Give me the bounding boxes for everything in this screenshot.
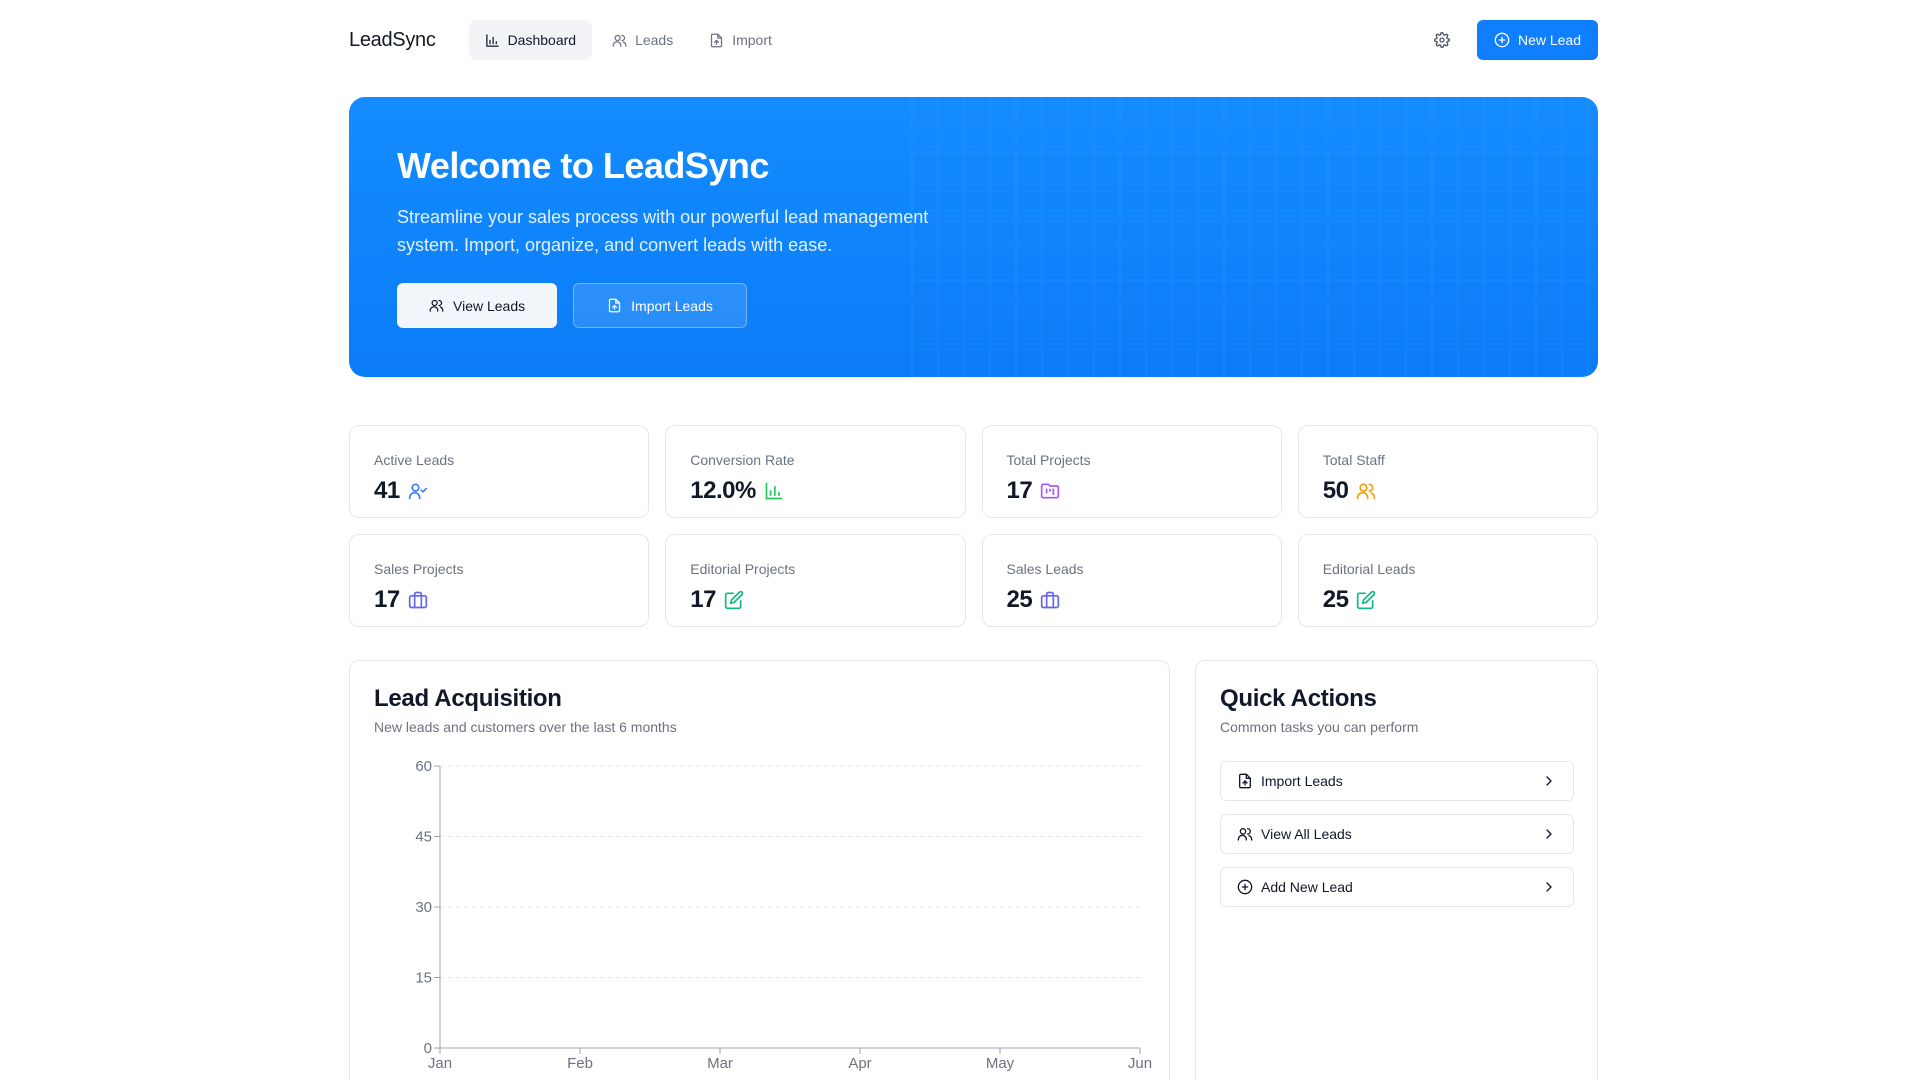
user-check-icon [408,483,427,500]
view-leads-label: View Leads [453,297,526,314]
stat-value: 17 [690,586,716,613]
chevron-right-icon [1546,882,1552,892]
stat-card-sales-projects: Sales Projects 17 [349,534,650,627]
stat-card-editorial-projects: Editorial Projects 17 [665,534,966,627]
folder-kanban-icon [1041,483,1060,499]
chart-y-tick-label: 15 [415,970,432,987]
stat-label: Active Leads [374,452,455,468]
chart-y-tick-label: 60 [415,758,432,775]
quick-actions-subtitle: Common tasks you can perform [1220,719,1419,735]
chart-x-tick-label: Feb [567,1055,593,1072]
plus-circle-icon [1237,879,1253,895]
tab-dashboard-label: Dashboard [507,32,577,48]
hero-subtitle: Streamline your sales process with our p… [397,207,929,255]
stat-label: Sales Leads [1006,561,1084,577]
tab-import-label: Import [732,32,772,48]
stat-label: Sales Projects [374,561,464,577]
briefcase-icon [408,591,427,609]
stat-card-active-leads: Active Leads 41 [349,425,650,518]
plus-circle-icon [1494,32,1510,48]
stat-label: Editorial Leads [1322,561,1416,577]
stat-value: 41 [374,477,400,504]
file-import-icon [711,33,723,47]
stat-value: 12.0% [690,477,756,504]
tab-dashboard[interactable]: Dashboard [468,20,593,60]
chevron-right-icon [1546,776,1552,786]
users-icon [1237,828,1253,841]
stat-card-sales-leads: Sales Leads 25 [981,534,1282,627]
brand-logo[interactable]: LeadSync [349,29,436,52]
quick-action-label: Add New Lead [1261,879,1353,895]
tab-leads[interactable]: Leads [596,20,689,60]
stat-value: 17 [374,586,400,613]
stat-label: Conversion Rate [690,452,795,468]
quick-action-import-leads[interactable]: Import Leads [1220,761,1574,801]
top-nav: LeadSync Dashboard Leads Import New Lead [349,20,1598,60]
chart-x-tick-label: May [986,1055,1015,1072]
lead-acquisition-card: Lead Acquisition New leads and customers… [349,660,1170,1080]
lead-acquisition-chart: 015304560Jan Feb Mar Apr May Jun [415,758,1152,1072]
view-leads-button[interactable]: View Leads [397,283,558,328]
tab-leads-label: Leads [635,32,674,48]
stat-label: Editorial Projects [690,561,796,577]
chart-x-tick-label: Apr [848,1055,871,1072]
stat-value: 50 [1322,477,1349,504]
stat-card-editorial-leads: Editorial Leads 25 [1297,534,1598,627]
quick-action-label: Import Leads [1261,773,1343,789]
import-leads-label: Import Leads [631,297,713,314]
stat-value: 25 [1006,586,1033,613]
gear-icon [1434,32,1450,48]
chart-x-tick-label: Jun [1128,1055,1152,1072]
users-icon [1357,483,1376,500]
stat-label: Total Staff [1322,452,1385,468]
quick-actions-list: Import Leads View All Leads Add New Lead [1220,761,1574,907]
chevron-right-icon [1546,829,1552,839]
file-import-icon [609,298,621,313]
file-import-icon [1239,773,1251,789]
stat-card-total-staff: Total Staff 50 [1297,425,1598,518]
new-lead-label: New Lead [1517,32,1581,48]
bar-chart-icon [765,482,783,500]
settings-button[interactable] [1425,23,1459,57]
quick-action-add-new-lead[interactable]: Add New Lead [1220,867,1574,907]
chart-x-tick-label: Mar [707,1055,733,1072]
stat-label: Total Projects [1006,452,1091,468]
import-leads-button[interactable]: Import Leads [573,283,747,328]
edit-icon [724,590,744,610]
hero-title: Welcome to LeadSync [397,145,769,186]
stat-card-total-projects: Total Projects 17 [981,425,1282,518]
new-lead-button[interactable]: New Lead [1476,20,1598,60]
users-icon [429,299,444,312]
nav-actions: New Lead [1425,20,1598,60]
quick-action-label: View All Leads [1261,826,1352,842]
welcome-hero: Welcome to LeadSync Streamline your sale… [349,97,1598,377]
quick-action-view-all-leads[interactable]: View All Leads [1220,814,1574,854]
users-icon [612,34,627,47]
briefcase-icon [1041,591,1060,609]
quick-actions-title: Quick Actions [1220,685,1377,712]
tab-import[interactable]: Import [693,20,788,60]
stat-value: 17 [1006,477,1033,504]
chart-y-tick-label: 45 [415,829,432,846]
quick-actions-card: Quick Actions Common tasks you can perfo… [1195,660,1598,1080]
edit-icon [1357,590,1376,610]
stat-value: 25 [1322,586,1349,613]
stat-card-conversion-rate: Conversion Rate 12.0% [665,425,966,518]
bar-chart-icon [485,33,499,47]
hero-actions: View Leads Import Leads [397,283,747,328]
chart-y-tick-label: 30 [415,899,432,916]
chart-x-tick-label: Jan [428,1055,452,1072]
stats-grid: Active Leads 41 Conversion Rate 12.0% To… [349,425,1598,627]
